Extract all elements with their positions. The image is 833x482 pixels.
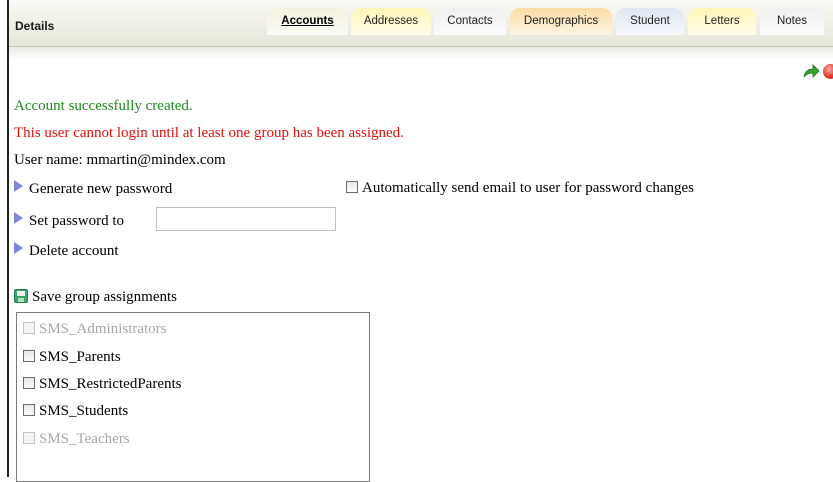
group-label: SMS_Teachers [39,431,130,447]
delete-account-link[interactable]: Delete account [14,242,119,260]
auto-email-label: Automatically send email to user for pas… [362,180,694,196]
group-item-sms-restrictedparents[interactable]: SMS_RestrictedParents [23,376,182,393]
header-shadow [9,47,833,59]
expand-triangle-icon [14,242,23,254]
window-left-border [7,0,9,477]
group-item-sms-administrators: SMS_Administrators [23,321,167,338]
auto-email-checkbox[interactable] [346,181,358,193]
expand-triangle-icon [14,180,23,192]
user-name-label: User name: mmartin@mindex.com [14,152,226,168]
error-message: This user cannot login until at least on… [14,125,404,141]
group-item-sms-teachers: SMS_Teachers [23,431,130,448]
group-label: SMS_Administrators [39,321,167,337]
group-label: SMS_Students [39,403,129,419]
group-label: SMS_RestrictedParents [39,376,182,392]
tab-letters[interactable]: Letters [688,8,756,35]
group-checkbox [23,322,35,334]
success-message: Account successfully created. [14,98,193,114]
generate-password-label: Generate new password [29,181,173,197]
group-item-sms-parents[interactable]: SMS_Parents [23,349,121,366]
group-item-sms-students[interactable]: SMS_Students [23,403,128,420]
details-header: Details Accounts Addresses Contacts Demo… [9,0,833,47]
save-group-assignments-button[interactable]: Save group assignments [14,289,177,306]
tab-contacts[interactable]: Contacts [434,8,506,35]
green-arrow-icon[interactable] [802,63,820,79]
auto-email-option[interactable]: Automatically send email to user for pas… [346,180,694,197]
set-password-label: Set password to [29,213,124,229]
delete-account-label: Delete account [29,243,119,259]
save-disk-icon [14,289,28,303]
red-stop-icon[interactable] [823,64,833,79]
group-checkbox[interactable] [23,377,35,389]
generate-password-link[interactable]: Generate new password [14,180,172,198]
details-title: Details [15,19,55,33]
group-checkbox [23,432,35,444]
tab-addresses[interactable]: Addresses [351,8,431,35]
group-checkbox[interactable] [23,350,35,362]
save-group-assignments-label: Save group assignments [32,289,177,305]
toolbar-icons [802,63,833,81]
set-password-input[interactable] [156,207,336,231]
group-list[interactable]: SMS_Administrators SMS_Parents SMS_Restr… [16,312,370,482]
tab-demographics[interactable]: Demographics [510,8,612,35]
set-password-link[interactable]: Set password to [14,212,124,230]
expand-triangle-icon [14,212,23,224]
group-label: SMS_Parents [39,349,121,365]
tab-notes[interactable]: Notes [760,8,824,35]
tab-student[interactable]: Student [616,8,684,35]
tab-accounts[interactable]: Accounts [267,8,348,35]
group-checkbox[interactable] [23,404,35,416]
